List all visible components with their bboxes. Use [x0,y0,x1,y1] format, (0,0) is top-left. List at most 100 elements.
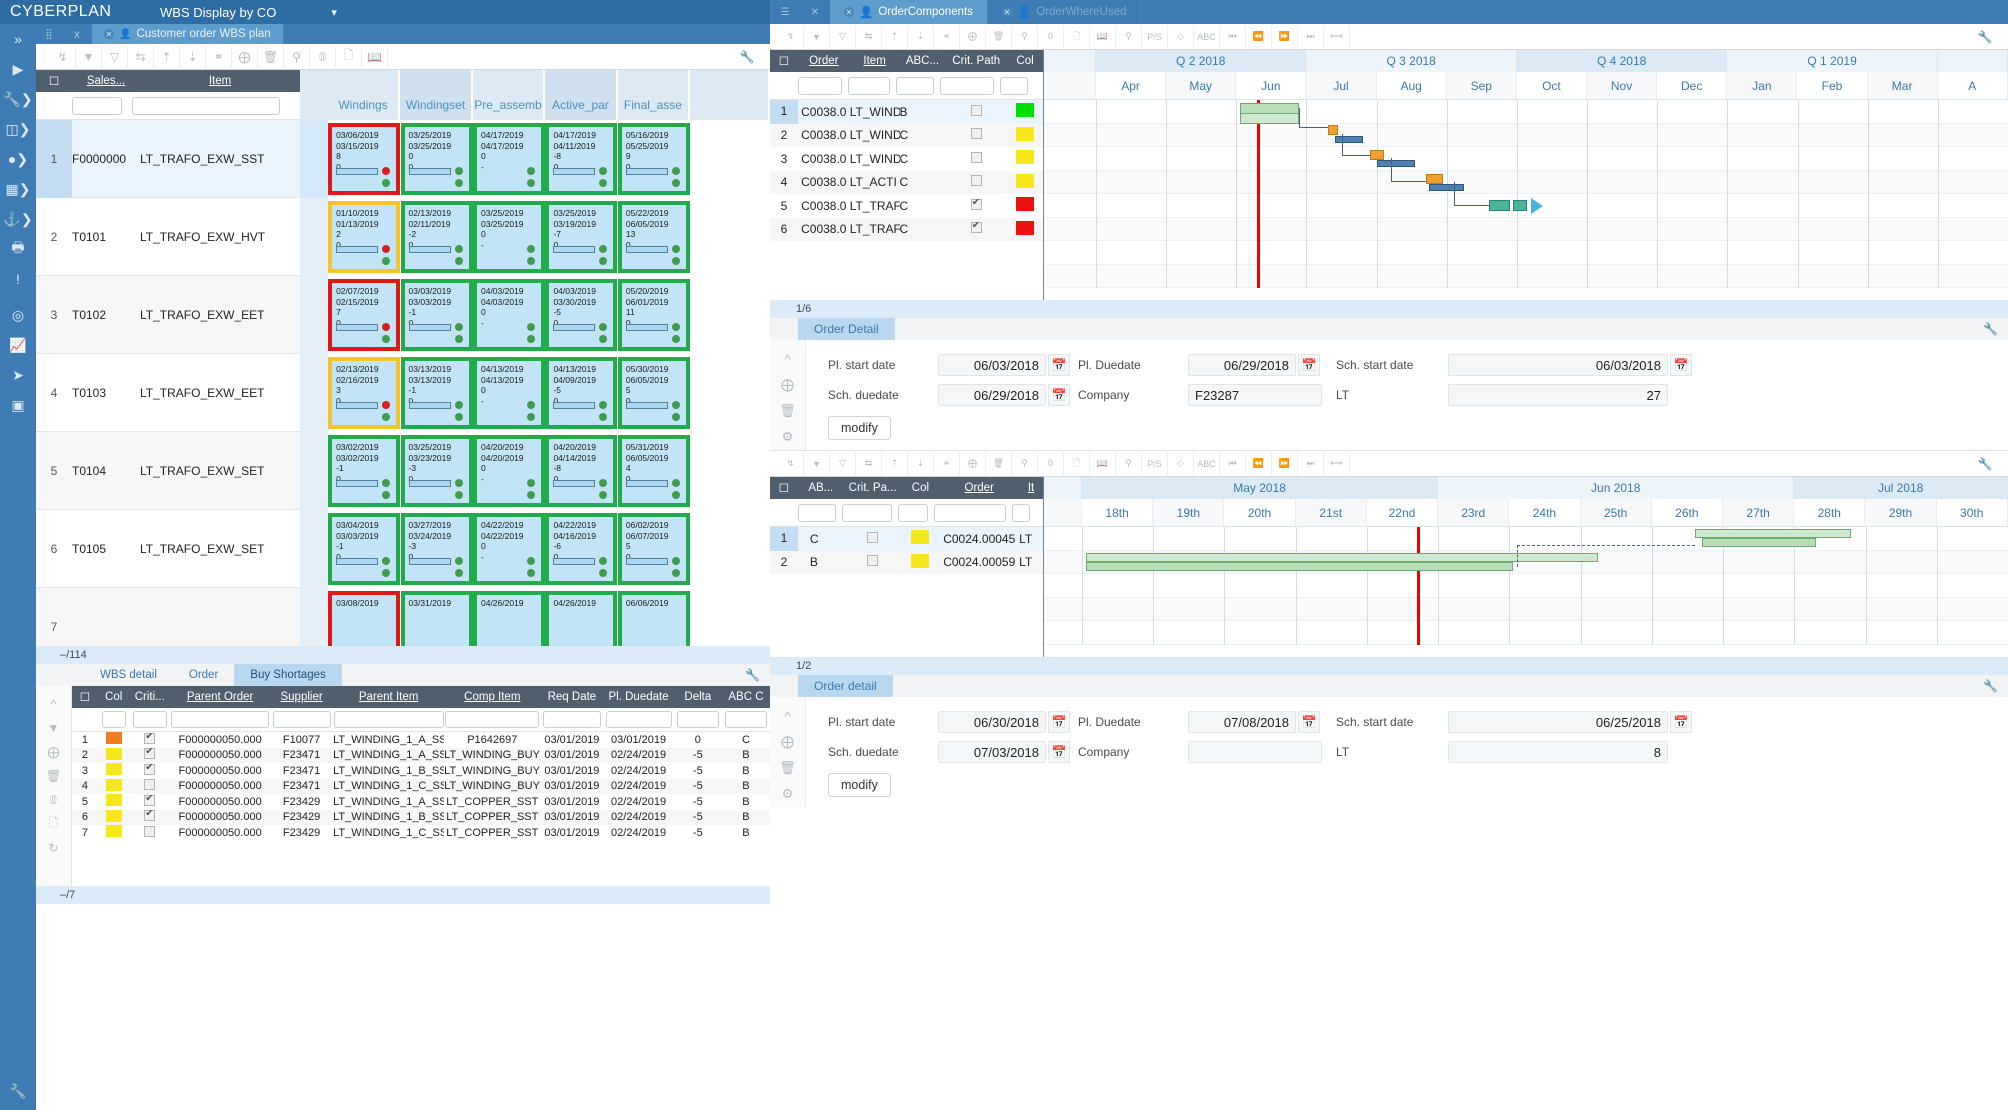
ps-icon[interactable]: P/S [1142,452,1168,475]
column-header-item[interactable]: Item [140,75,300,87]
import-icon[interactable]: ⇣ [908,25,934,48]
wbs-status-card[interactable]: 03/03/2019 03/03/2019 -1 0 [400,279,473,351]
input-company[interactable] [1188,741,1322,763]
wbs-status-card[interactable]: 03/25/2019 03/25/2019 0- [472,201,545,273]
wbs-status-card[interactable]: 04/22/2019 04/22/2019 0- [472,513,545,585]
card-column-header[interactable]: Windingset [400,70,473,120]
gantt-row[interactable] [1044,597,2008,621]
wbs-status-card[interactable]: 02/13/2019 02/11/2019 -2 0 [400,201,473,273]
wrench-icon[interactable]: 🔧 [1983,675,1998,697]
column-header-pl-duedate[interactable]: Pl. Duedate [603,691,673,703]
gantt-row[interactable] [1044,147,2008,171]
card-cell[interactable]: 04/17/2019 04/11/2019 -8 0 [545,120,618,198]
wbs-status-card[interactable]: 04/26/2019 [472,591,545,646]
select-all-checkbox[interactable]: ☐ [72,690,98,704]
filter-input[interactable] [724,711,767,728]
swap-icon[interactable]: ⇆ [856,25,882,48]
card-cell[interactable]: 02/07/2019 02/15/2019 7 0 [328,276,401,354]
input-sch-start-date[interactable]: 06/25/2018 [1448,711,1668,733]
table-row[interactable]: 3 F000000050.000 F23471 LT_WINDING_1_B_SSTL… [72,763,770,779]
card-cell[interactable]: 05/31/2019 06/05/2019 4 0 [617,432,690,510]
wrench-icon[interactable]: 🔧 [745,664,760,686]
column-header-col[interactable]: Col [98,691,129,703]
card-cell[interactable]: 05/22/2019 06/05/2019 13 0 [617,198,690,276]
column-header-parent-item[interactable]: Parent Item [333,691,444,703]
modify-button-bottom[interactable]: modify [828,773,891,797]
wbs-status-card[interactable]: 02/07/2019 02/15/2019 7 0 [328,279,401,351]
card-cell[interactable]: 04/22/2019 04/22/2019 0- [472,510,545,588]
table-row[interactable]: 4 F000000050.000 F23471 LT_WINDING_1_C_SST L… [72,778,770,794]
table-row[interactable]: 1 F000000050.000 F10077 LT_WINDING_1_A_SST P… [72,732,770,748]
filter-abc-input[interactable] [798,503,836,522]
card-cell[interactable]: 04/03/2019 03/30/2019 -5 0 [545,276,618,354]
wbs-status-card[interactable]: 04/20/2019 04/14/2019 -8 0 [545,435,618,507]
checkbox[interactable] [144,825,156,837]
close-tab-icon[interactable]: ✕ [844,7,854,17]
excel-icon[interactable]: 𝟘 [1038,25,1064,48]
gantt-bar[interactable] [1085,562,1513,571]
column-header-parent-order[interactable]: Parent Order [170,691,270,703]
wrench-icon[interactable]: 🔧 [1972,26,1998,48]
table-row[interactable]: 6 C0038.0 LT_TRAF C [770,217,1043,241]
filter-input[interactable] [132,711,167,728]
chevron-down-icon[interactable]: ▾ [331,6,337,19]
save-icon[interactable]: ↯ [778,452,804,475]
input-lt[interactable]: 27 [1448,384,1668,406]
delete-icon[interactable]: 🗑 [36,764,71,788]
pdf-icon[interactable]: 🗋 [336,45,362,68]
filter-input[interactable] [605,711,672,728]
wbs-status-card[interactable]: 03/31/2019 [400,591,473,646]
filter-order-input[interactable] [798,76,842,95]
checkbox[interactable] [144,794,156,806]
card-cell[interactable]: 03/02/2019 03/02/2019 -1 0 [328,432,401,510]
cell-crit-path[interactable] [844,555,902,569]
checkbox[interactable] [970,222,982,234]
import-down-icon[interactable]: ⇣ [180,45,206,68]
input-sch-start-date[interactable]: 06/03/2018 [1448,354,1668,376]
wbs-status-card[interactable]: 03/25/2019 03/23/2019 -3 0 [400,435,473,507]
first-icon[interactable]: ⏮ [1220,452,1246,475]
table-row[interactable]: 6 F000000050.000 F23429 LT_WINDING_1_B_SSTL… [72,809,770,825]
lower-gantt-chart[interactable]: May 2018 Jun 2018 Jul 2018 18th 19th 20th 21s… [1044,477,2008,657]
input-lt[interactable]: 8 [1448,741,1668,763]
filter-input[interactable] [676,711,719,728]
gantt-bar[interactable] [1701,538,1816,547]
layers-icon[interactable]: ●❯ [0,144,36,174]
filter-clear-icon[interactable]: ▼ [76,45,102,68]
checkbox[interactable] [970,151,982,163]
delete-icon[interactable]: 🗑 [986,25,1012,48]
filter-col-input[interactable] [1000,76,1028,95]
cell-crit-path[interactable] [945,128,1007,142]
print-icon[interactable]: 🖶 [0,234,36,264]
fit-icon[interactable]: ⟷ [1324,452,1350,475]
gantt-row[interactable] [1044,574,2008,598]
cell-critical[interactable] [129,763,170,778]
tag-icon[interactable]: ◇ [1168,452,1194,475]
column-header-col[interactable]: Col [1007,55,1043,67]
card-cell[interactable]: 04/26/2019 [545,588,618,646]
tab-order-detail-top[interactable]: Order Detail [798,318,895,340]
wbs-status-card[interactable]: 04/03/2019 03/30/2019 -5 0 [545,279,618,351]
filter-icon[interactable]: ▼ [804,452,830,475]
tab-customer-order-wbs-plan[interactable]: ✕ 👤 Customer order WBS plan [92,24,284,44]
delete-icon[interactable]: 🗑 [258,45,284,68]
grip-icon[interactable]: ⣿ [36,24,62,44]
gantt-row[interactable] [1044,241,2008,265]
column-header-comp-item[interactable]: Comp Item [444,691,540,703]
delete-icon[interactable]: 🗑 [986,452,1012,475]
checkbox[interactable] [970,104,982,116]
card-cell[interactable]: 03/25/2019 03/23/2019 -3 0 [400,432,473,510]
wbs-status-card[interactable]: 03/25/2019 03/25/2019 0 0 [400,123,473,195]
input-pl-duedate[interactable]: 07/08/2018 [1188,711,1296,733]
tab-order-detail-bottom[interactable]: Order detail [798,675,893,697]
filter-icon[interactable]: ▼ [804,25,830,48]
column-header-order[interactable]: Order [798,55,850,67]
book-icon[interactable]: 📖 [1090,25,1116,48]
collapse-up-icon[interactable]: ^ [770,703,805,729]
cell-critical[interactable] [129,732,170,747]
excel-icon[interactable]: 𝟘 [36,788,71,812]
find-icon[interactable]: ⚲ [284,45,310,68]
card-cell[interactable]: 04/22/2019 04/16/2019 -6 0 [545,510,618,588]
input-sch-duedate[interactable]: 06/29/2018 [938,384,1046,406]
tools-icon[interactable]: 🔧❯ [0,84,36,114]
